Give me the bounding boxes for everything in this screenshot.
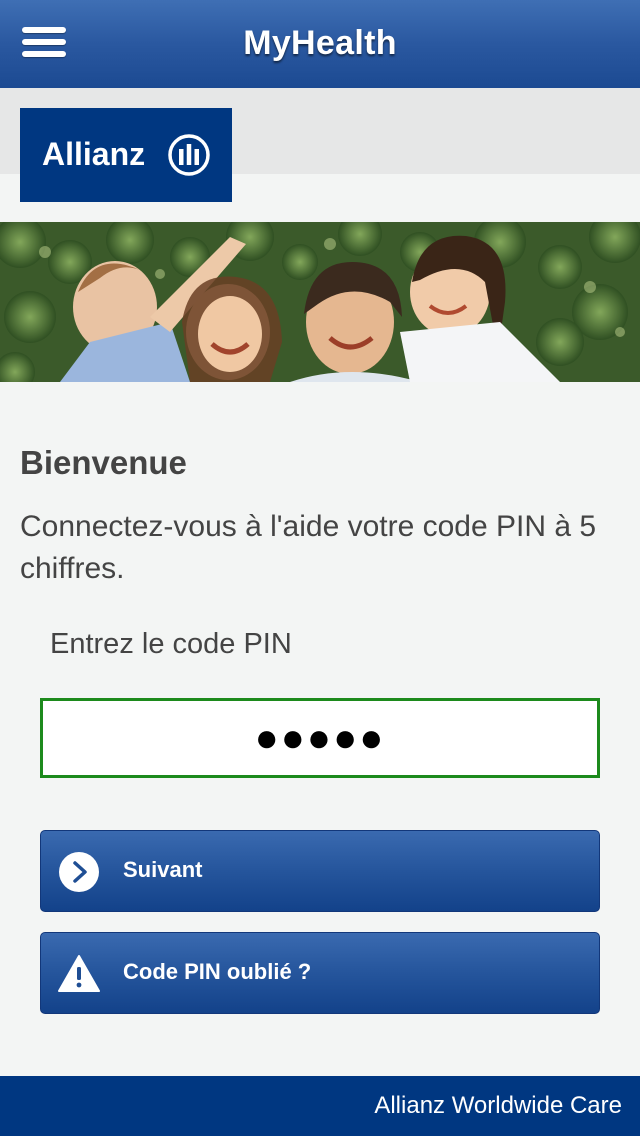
app-title: MyHealth [243,24,397,62]
footer-brand: Allianz Worldwide Care [374,1092,622,1119]
next-button[interactable]: Suivant [40,830,600,912]
next-button-label: Suivant [123,857,203,882]
allianz-logo: Allianz [20,108,232,202]
login-instructions: Connectez-vous à l'aide votre code PIN à… [20,510,597,585]
warning-icon [58,955,100,992]
top-nav-bar: MyHealth [0,0,640,89]
hero-family-photo [0,222,640,382]
pin-input[interactable]: ●●●●● [40,698,600,778]
forgot-pin-button[interactable]: Code PIN oublié ? [40,932,600,1014]
footer-bar: Allianz Worldwide Care [0,1076,640,1136]
logo-text: Allianz [42,136,146,172]
allianz-eagle-icon [168,134,210,176]
forgot-button-label: Code PIN oublié ? [123,959,312,984]
chevron-right-icon [59,852,99,892]
pin-label: Entrez le code PIN [50,628,292,660]
welcome-heading: Bienvenue [20,444,187,481]
